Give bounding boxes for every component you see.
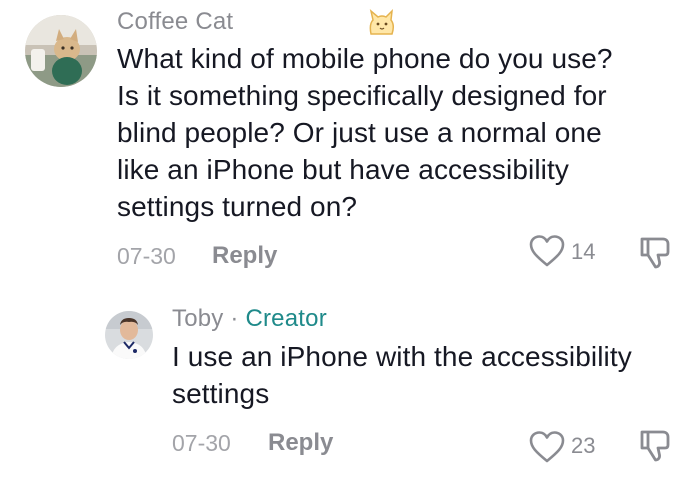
reply-text-line: settings (172, 378, 270, 409)
creator-avatar[interactable] (105, 311, 153, 359)
cat-emoji-icon (365, 8, 399, 43)
creator-badge: Creator (245, 305, 327, 332)
reply-author[interactable]: Toby · Creator (172, 305, 327, 333)
comment: Coffee Cat What kind of mobile phone do … (0, 0, 700, 280)
dislike-thumb-icon[interactable] (638, 429, 674, 468)
comment-date: 07-30 (117, 243, 176, 269)
comment-text-line: settings turned on? (117, 191, 358, 222)
comment-text-line: blind people? Or just use a normal one (117, 117, 602, 148)
reply-button[interactable]: Reply (212, 242, 277, 270)
comment-text-line: like an iPhone but have accessibility (117, 154, 569, 185)
comment-author[interactable]: Coffee Cat (117, 8, 233, 36)
reply-date: 07-30 (172, 430, 231, 456)
like-heart-icon[interactable] (528, 234, 566, 273)
like-heart-icon[interactable] (528, 430, 566, 469)
comment-text: What kind of mobile phone do you use? Is… (117, 40, 677, 225)
avatar[interactable] (25, 15, 97, 87)
comment-text-line: What kind of mobile phone do you use? (117, 43, 613, 74)
like-count: 23 (571, 433, 596, 458)
reply-text: I use an iPhone with the accessibility s… (172, 338, 682, 412)
reply-button[interactable]: Reply (268, 429, 333, 457)
reply-text-line: I use an iPhone with the accessibility (172, 341, 632, 372)
reply-author-name[interactable]: Toby (172, 305, 224, 332)
author-separator: · (230, 305, 239, 332)
dislike-thumb-icon[interactable] (638, 236, 674, 275)
comment-text-line: Is it something specifically designed fo… (117, 80, 607, 111)
like-count: 14 (571, 239, 596, 264)
reply-comment: Toby · Creator I use an iPhone with the … (0, 290, 700, 481)
